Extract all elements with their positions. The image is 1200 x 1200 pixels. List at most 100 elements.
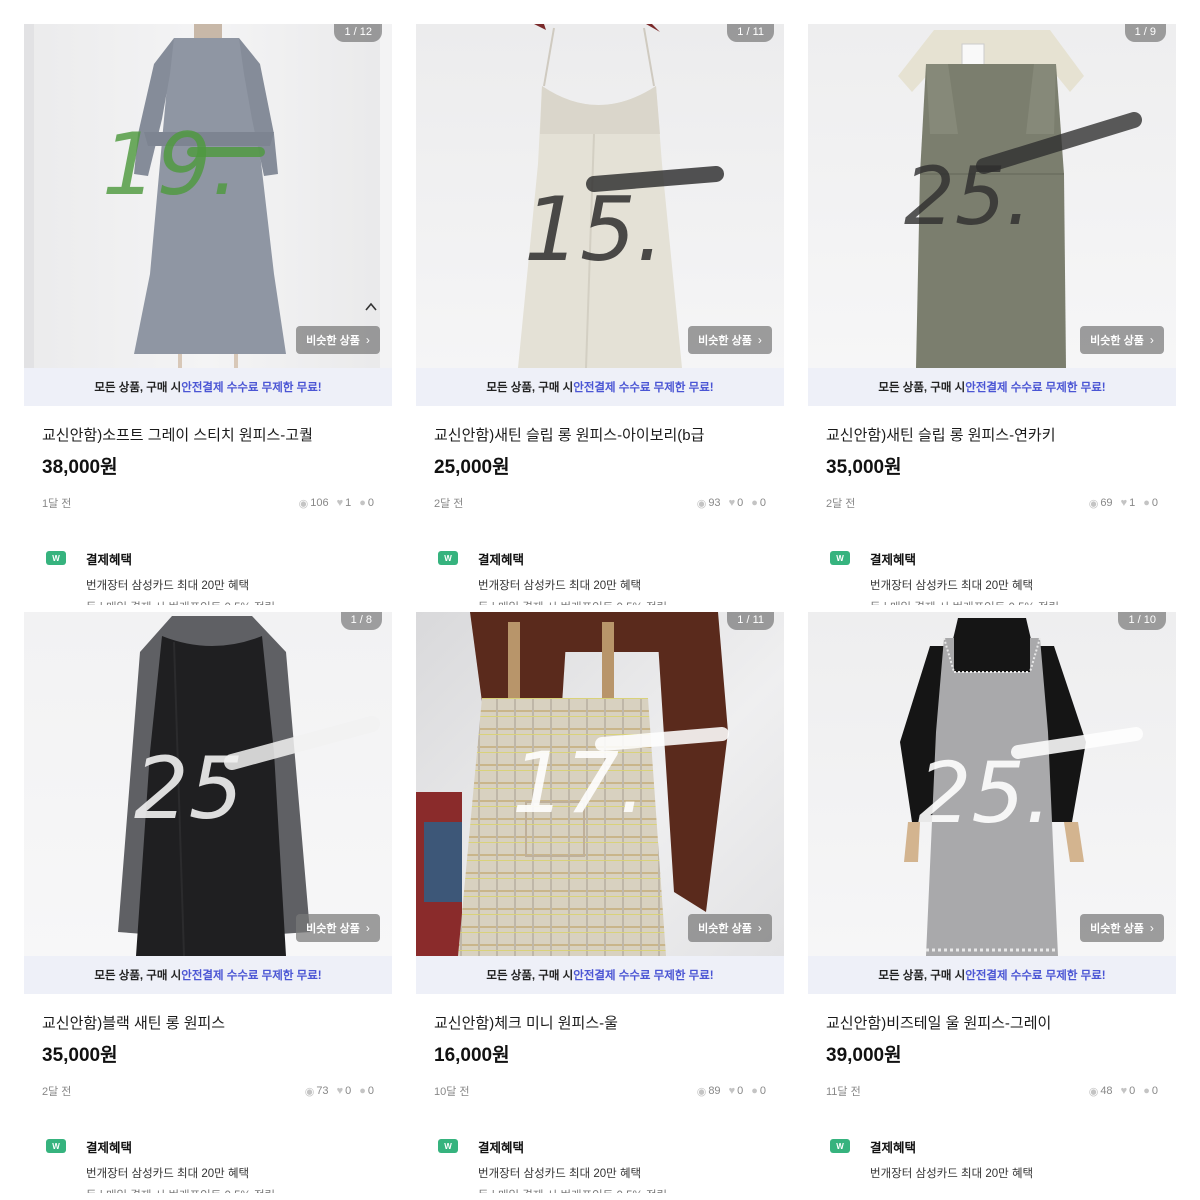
benefit-title: 결제혜택 xyxy=(86,553,133,567)
eye-icon: ◉ xyxy=(298,497,309,510)
similar-products-button[interactable]: 비슷한 상품 › xyxy=(1080,914,1164,942)
benefit-title: 결제혜택 xyxy=(478,553,525,567)
payment-benefit: W 결제혜택 번개장터 삼성카드 최대 20만 혜택 등 | 매일 결제 시 번… xyxy=(808,549,1176,605)
benefit-line-cut: 등 | 매일 결제 시 번개포인트 0.5% 적립 xyxy=(478,599,784,605)
chevron-right-icon: › xyxy=(1149,921,1154,935)
heart-icon: ♥ xyxy=(1120,1085,1128,1097)
chevron-right-icon: › xyxy=(757,921,762,935)
product-title[interactable]: 교신안함)비즈테일 울 원피스-그레이 xyxy=(826,1012,1158,1033)
product-stats: ◉ 93 ♥ 0 ● 0 xyxy=(693,497,766,510)
product-meta: 2달 전 ◉ 69 ♥ 1 ● 0 xyxy=(826,495,1158,511)
payment-benefit: W 결제혜택 번개장터 삼성카드 최대 20만 혜택 등 | 매일 결제 시 번… xyxy=(24,549,392,605)
banner-highlight: 안전결제 수수료 무제한 무료! xyxy=(965,970,1106,982)
chat-count: 0 xyxy=(1151,497,1158,509)
chevron-right-icon: › xyxy=(757,333,762,347)
similar-products-button[interactable]: 비슷한 상품 › xyxy=(1080,326,1164,354)
view-count: 73 xyxy=(316,1085,329,1097)
product-stats: ◉ 89 ♥ 0 ● 0 xyxy=(693,1085,766,1098)
chat-count: 0 xyxy=(759,1085,766,1097)
similar-products-button[interactable]: 비슷한 상품 › xyxy=(688,914,772,942)
product-card[interactable]: 25 1 / 8 비슷한 상품 › 모든 상품, 구매 시 안전결제 수수료 무… xyxy=(24,612,392,1196)
eye-icon: ◉ xyxy=(1088,1085,1099,1098)
svg-text:25.: 25. xyxy=(918,744,1052,842)
view-count: 69 xyxy=(1100,497,1113,509)
product-card[interactable]: 19. 1 / 12 비슷한 상품 › 모든 상품, 구매 시 안전결제 수수료… xyxy=(24,24,392,608)
product-stats: ◉ 106 ♥ 1 ● 0 xyxy=(295,497,374,510)
product-title[interactable]: 교신안함)체크 미니 원피스-울 xyxy=(434,1012,766,1033)
eye-icon: ◉ xyxy=(696,1085,707,1098)
dress-image: 25 xyxy=(118,616,380,956)
safe-payment-banner: 모든 상품, 구매 시 안전결제 수수료 무제한 무료! xyxy=(24,368,392,406)
product-info: 교신안함)체크 미니 원피스-울 16,000원 10달 전 ◉ 89 ♥ 0 ● 0 xyxy=(416,1012,784,1099)
heart-icon: ♥ xyxy=(336,1085,344,1097)
image-counter: 1 / 11 xyxy=(727,24,774,42)
posted-time: 1달 전 xyxy=(42,498,72,510)
view-count: 106 xyxy=(310,497,329,509)
product-price: 39,000원 xyxy=(826,1045,902,1066)
eye-icon: ◉ xyxy=(696,497,707,510)
chat-icon: ● xyxy=(751,497,758,509)
similar-products-button[interactable]: 비슷한 상품 › xyxy=(688,326,772,354)
benefit-line-cut: 등 | 매일 결제 시 번개포인트 0.5% 적립 xyxy=(478,1187,784,1193)
product-meta: 2달 전 ◉ 73 ♥ 0 ● 0 xyxy=(42,1083,374,1099)
banner-highlight: 안전결제 수수료 무제한 무료! xyxy=(573,970,714,982)
product-meta: 1달 전 ◉ 106 ♥ 1 ● 0 xyxy=(42,495,374,511)
product-title[interactable]: 교신안함)새틴 슬립 롱 원피스-아이보리(b급 xyxy=(434,424,766,445)
posted-time: 2달 전 xyxy=(434,498,464,510)
similar-products-label: 비슷한 상품 xyxy=(698,923,752,935)
product-price: 38,000원 xyxy=(42,457,118,478)
safe-payment-banner: 모든 상품, 구매 시 안전결제 수수료 무제한 무료! xyxy=(808,956,1176,994)
banner-highlight: 안전결제 수수료 무제한 무료! xyxy=(181,382,322,394)
product-title[interactable]: 교신안함)블랙 새틴 롱 원피스 xyxy=(42,1012,374,1033)
product-info: 교신안함)새틴 슬립 롱 원피스-아이보리(b급 25,000원 2달 전 ◉ 9… xyxy=(416,424,784,511)
chevron-right-icon: › xyxy=(365,921,370,935)
product-photo[interactable]: 15. 1 / 11 비슷한 상품 › xyxy=(416,24,784,368)
product-photo[interactable]: 25. 1 / 9 비슷한 상품 › xyxy=(808,24,1176,368)
samsung-card-logo-icon: W xyxy=(46,551,66,565)
product-title[interactable]: 교신안함)소프트 그레이 스티치 원피스-고퀄 xyxy=(42,424,374,445)
similar-products-label: 비슷한 상품 xyxy=(306,923,360,935)
chat-count: 0 xyxy=(759,497,766,509)
view-count: 48 xyxy=(1100,1085,1113,1097)
samsung-card-logo-icon: W xyxy=(438,551,458,565)
product-price: 35,000원 xyxy=(42,1045,118,1066)
product-photo[interactable]: 25. 1 / 10 비슷한 상품 › xyxy=(808,612,1176,956)
banner-highlight: 안전결제 수수료 무제한 무료! xyxy=(573,382,714,394)
product-card[interactable]: 25. 1 / 10 비슷한 상품 › 모든 상품, 구매 시 안전결제 수수료… xyxy=(808,612,1176,1196)
dress-image: 25. xyxy=(900,618,1143,956)
benefit-title: 결제혜택 xyxy=(478,1141,525,1155)
similar-products-label: 비슷한 상품 xyxy=(1090,923,1144,935)
product-info: 교신안함)비즈테일 울 원피스-그레이 39,000원 11달 전 ◉ 48 ♥ 0… xyxy=(808,1012,1176,1099)
banner-text: 모든 상품, 구매 시 xyxy=(486,382,574,394)
chevron-right-icon: › xyxy=(1149,333,1154,347)
product-stats: ◉ 69 ♥ 1 ● 0 xyxy=(1085,497,1158,510)
product-card[interactable]: 25. 1 / 9 비슷한 상품 › 모든 상품, 구매 시 안전결제 수수료 … xyxy=(808,24,1176,608)
chevron-right-icon: › xyxy=(365,333,370,347)
chat-icon: ● xyxy=(751,1085,758,1097)
chat-count: 0 xyxy=(367,497,374,509)
view-count: 89 xyxy=(708,1085,721,1097)
payment-benefit: W 결제혜택 번개장터 삼성카드 최대 20만 혜택 xyxy=(808,1137,1176,1181)
similar-products-button[interactable]: 비슷한 상품 › xyxy=(296,914,380,942)
product-card[interactable]: 15. 1 / 11 비슷한 상품 › 모든 상품, 구매 시 안전결제 수수료… xyxy=(416,24,784,608)
product-card[interactable]: 17. 1 / 11 비슷한 상품 › 모든 상품, 구매 시 안전결제 수수료… xyxy=(416,612,784,1196)
safe-payment-banner: 모든 상품, 구매 시 안전결제 수수료 무제한 무료! xyxy=(808,368,1176,406)
samsung-card-logo-icon: W xyxy=(438,1139,458,1153)
product-photo[interactable]: 19. 1 / 12 비슷한 상품 › xyxy=(24,24,392,368)
svg-text:19.: 19. xyxy=(102,115,239,215)
product-photo[interactable]: 25 1 / 8 비슷한 상품 › xyxy=(24,612,392,956)
product-photo[interactable]: 17. 1 / 11 비슷한 상품 › xyxy=(416,612,784,956)
product-price: 25,000원 xyxy=(434,457,510,478)
product-info: 교신안함)소프트 그레이 스티치 원피스-고퀄 38,000원 1달 전 ◉ 10… xyxy=(24,424,392,511)
chevron-up-icon[interactable] xyxy=(364,300,378,314)
image-counter: 1 / 9 xyxy=(1124,24,1166,42)
chat-icon: ● xyxy=(1143,497,1150,509)
image-counter: 1 / 11 xyxy=(727,612,774,630)
benefit-line-cut: 등 | 매일 결제 시 번개포인트 0.5% 적립 xyxy=(870,599,1176,605)
similar-products-label: 비슷한 상품 xyxy=(1090,335,1144,347)
product-info: 교신안함)블랙 새틴 롱 원피스 35,000원 2달 전 ◉ 73 ♥ 0 ● 0 xyxy=(24,1012,392,1099)
chat-icon: ● xyxy=(1143,1085,1150,1097)
similar-products-button[interactable]: 비슷한 상품 › xyxy=(296,326,380,354)
product-title[interactable]: 교신안함)새틴 슬립 롱 원피스-연카키 xyxy=(826,424,1158,445)
image-counter: 1 / 8 xyxy=(340,612,382,630)
